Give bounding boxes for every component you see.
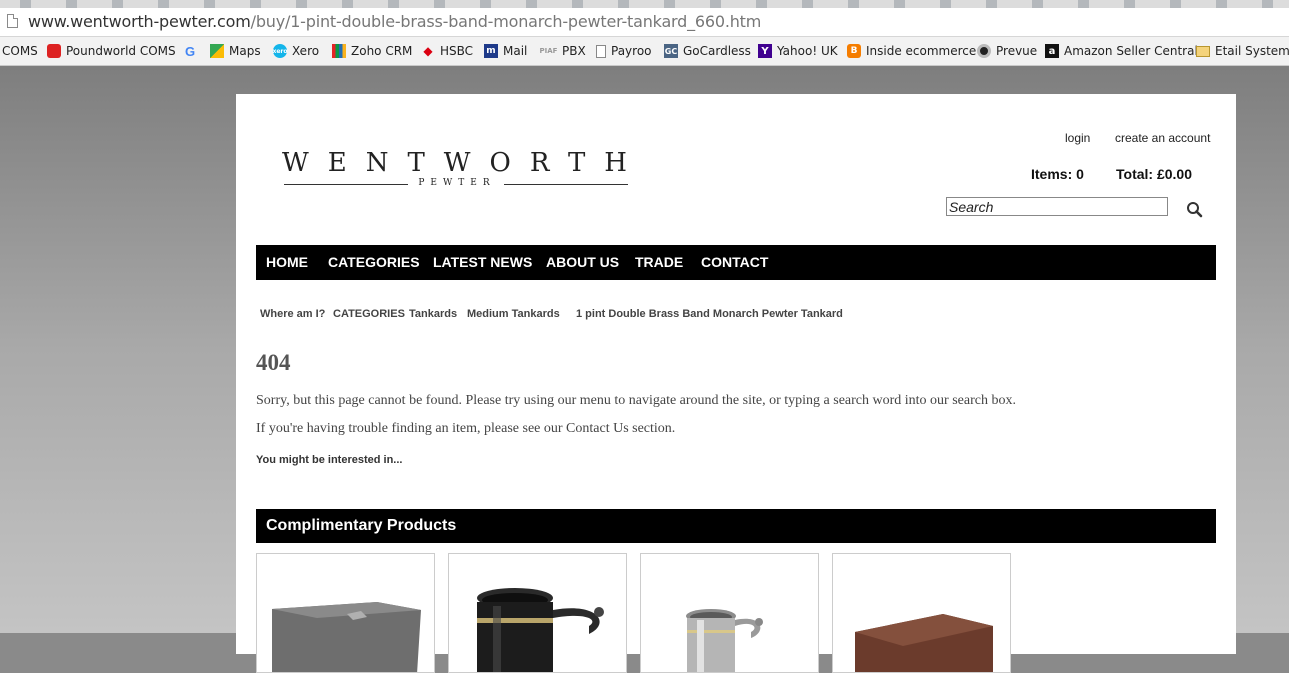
- search-input[interactable]: [946, 197, 1168, 216]
- error-message: Sorry, but this page cannot be found. Pl…: [256, 393, 1016, 408]
- bookmark-label: Poundworld COMS: [66, 44, 176, 58]
- product-card[interactable]: [448, 553, 627, 673]
- breadcrumb-label: Where am I?: [260, 308, 326, 320]
- bookmark-label: Inside ecommerce: [866, 44, 977, 58]
- gocardless-icon: GC: [664, 44, 678, 58]
- bookmark-mail[interactable]: m Mail: [484, 37, 527, 65]
- nav-categories[interactable]: CATEGORIES: [328, 245, 420, 280]
- xero-icon: xero: [272, 44, 288, 58]
- bookmark-label: PBX: [562, 44, 586, 58]
- product-card[interactable]: [256, 553, 435, 673]
- bookmark-amazon-seller-central[interactable]: a Amazon Seller Central: [1045, 37, 1198, 65]
- search-icon[interactable]: [1186, 201, 1204, 219]
- nav-contact[interactable]: CONTACT: [701, 245, 768, 280]
- amazon-icon: a: [1045, 44, 1059, 58]
- bookmark-hsbc[interactable]: ◆ HSBC: [421, 37, 473, 65]
- address-bar[interactable]: www.wentworth-pewter.com/buy/1-pint-doub…: [0, 8, 1289, 37]
- tab-icons: [0, 0, 1289, 8]
- bookmark-coms[interactable]: COMS: [2, 37, 38, 65]
- bookmark-label: COMS: [2, 44, 38, 58]
- bookmark-inside-ecommerce[interactable]: B Inside ecommerce: [847, 37, 976, 65]
- bookmark-label: Etail Systems: [1215, 44, 1289, 58]
- bookmark-label: Prevue: [996, 44, 1038, 58]
- site-container: WENTWORTH PEWTER login create an account…: [236, 94, 1236, 673]
- bookmark-google[interactable]: G: [183, 37, 202, 65]
- bookmark-label: Maps: [229, 44, 261, 58]
- browser-tab-strip: [0, 0, 1289, 8]
- bookmarks-bar: COMS Poundworld COMS G Maps xero Xero Zoh…: [0, 37, 1289, 66]
- nav-trade[interactable]: TRADE: [635, 245, 683, 280]
- bookmark-payroo[interactable]: Payroo: [596, 37, 652, 65]
- yahoo-icon: Y: [758, 44, 772, 58]
- pbx-icon: PIAF: [539, 47, 558, 55]
- breadcrumb-medium-tankards[interactable]: Medium Tankards: [467, 308, 560, 320]
- cart-total[interactable]: Total: £0.00: [1116, 166, 1192, 182]
- page-icon: [596, 44, 606, 58]
- blogger-icon: B: [847, 44, 861, 58]
- create-account-link[interactable]: create an account: [1115, 131, 1210, 145]
- interested-heading: You might be interested in...: [256, 454, 403, 466]
- page-title: 404: [256, 350, 291, 375]
- main-nav: HOME CATEGORIES LATEST NEWS ABOUT US TRA…: [256, 245, 1216, 280]
- logo-word: WENTWORTH: [282, 148, 646, 178]
- folder-icon: [1196, 45, 1210, 57]
- bookmark-label: Xero: [292, 44, 320, 58]
- login-link[interactable]: login: [1065, 131, 1090, 145]
- bookmark-label: Mail: [503, 44, 528, 58]
- bookmark-maps[interactable]: Maps: [210, 37, 261, 65]
- logo-sub: PEWTER: [418, 178, 496, 188]
- black-tankard-image: [477, 588, 604, 672]
- bookmark-yahoo[interactable]: Y Yahoo! UK: [758, 37, 838, 65]
- maps-icon: [210, 44, 224, 58]
- logo-line-right: [504, 184, 628, 185]
- url-host: www.wentworth-pewter.com: [28, 12, 251, 31]
- nav-about-us[interactable]: ABOUT US: [546, 245, 619, 280]
- google-icon: G: [184, 43, 196, 59]
- complimentary-title: Complimentary Products: [266, 517, 457, 534]
- red-square-icon: [47, 44, 61, 58]
- bookmark-zoho-crm[interactable]: Zoho CRM: [332, 37, 412, 65]
- cart-items[interactable]: Items: 0: [1031, 166, 1084, 182]
- product-card[interactable]: [832, 553, 1011, 673]
- bookmark-xero[interactable]: xero Xero: [272, 37, 320, 65]
- page-icon: [7, 14, 18, 28]
- bookmark-label: Zoho CRM: [351, 44, 413, 58]
- brown-gift-box-image: [855, 614, 993, 672]
- breadcrumb-current: 1 pint Double Brass Band Monarch Pewter …: [576, 308, 843, 320]
- breadcrumb-categories[interactable]: CATEGORIES: [333, 308, 405, 320]
- bookmark-label: GoCardless: [683, 44, 751, 58]
- wentworth-logo[interactable]: WENTWORTH PEWTER: [282, 148, 632, 188]
- silver-tankard-image: [686, 609, 763, 672]
- nav-home[interactable]: HOME: [266, 245, 308, 280]
- nav-latest-news[interactable]: LATEST NEWS: [433, 245, 532, 280]
- bookmark-poundworld-coms[interactable]: Poundworld COMS: [47, 37, 176, 65]
- grey-gift-box-image: [272, 602, 421, 672]
- bookmark-label: Yahoo! UK: [777, 44, 838, 58]
- prevue-icon: [977, 44, 991, 58]
- url-path: /buy/1-pint-double-brass-band-monarch-pe…: [250, 12, 762, 31]
- bookmark-prevue[interactable]: Prevue: [977, 37, 1037, 65]
- complimentary-products-bar: Complimentary Products: [256, 509, 1216, 543]
- bookmark-gocardless[interactable]: GC GoCardless: [664, 37, 751, 65]
- help-message: If you're having trouble finding an item…: [256, 421, 676, 436]
- bookmark-label: Payroo: [611, 44, 652, 58]
- bookmark-label: Amazon Seller Central: [1064, 44, 1198, 58]
- bookmark-pbx[interactable]: PIAF PBX: [540, 37, 586, 65]
- bookmark-label: HSBC: [440, 44, 474, 58]
- product-card[interactable]: [640, 553, 819, 673]
- url-text[interactable]: www.wentworth-pewter.com/buy/1-pint-doub…: [28, 12, 761, 32]
- zoho-icon: [332, 44, 346, 58]
- hsbc-icon: ◆: [423, 44, 433, 58]
- mail-icon: m: [484, 44, 498, 58]
- breadcrumb-tankards[interactable]: Tankards: [409, 308, 457, 320]
- bookmark-etail-systems[interactable]: Etail Systems: [1196, 37, 1289, 65]
